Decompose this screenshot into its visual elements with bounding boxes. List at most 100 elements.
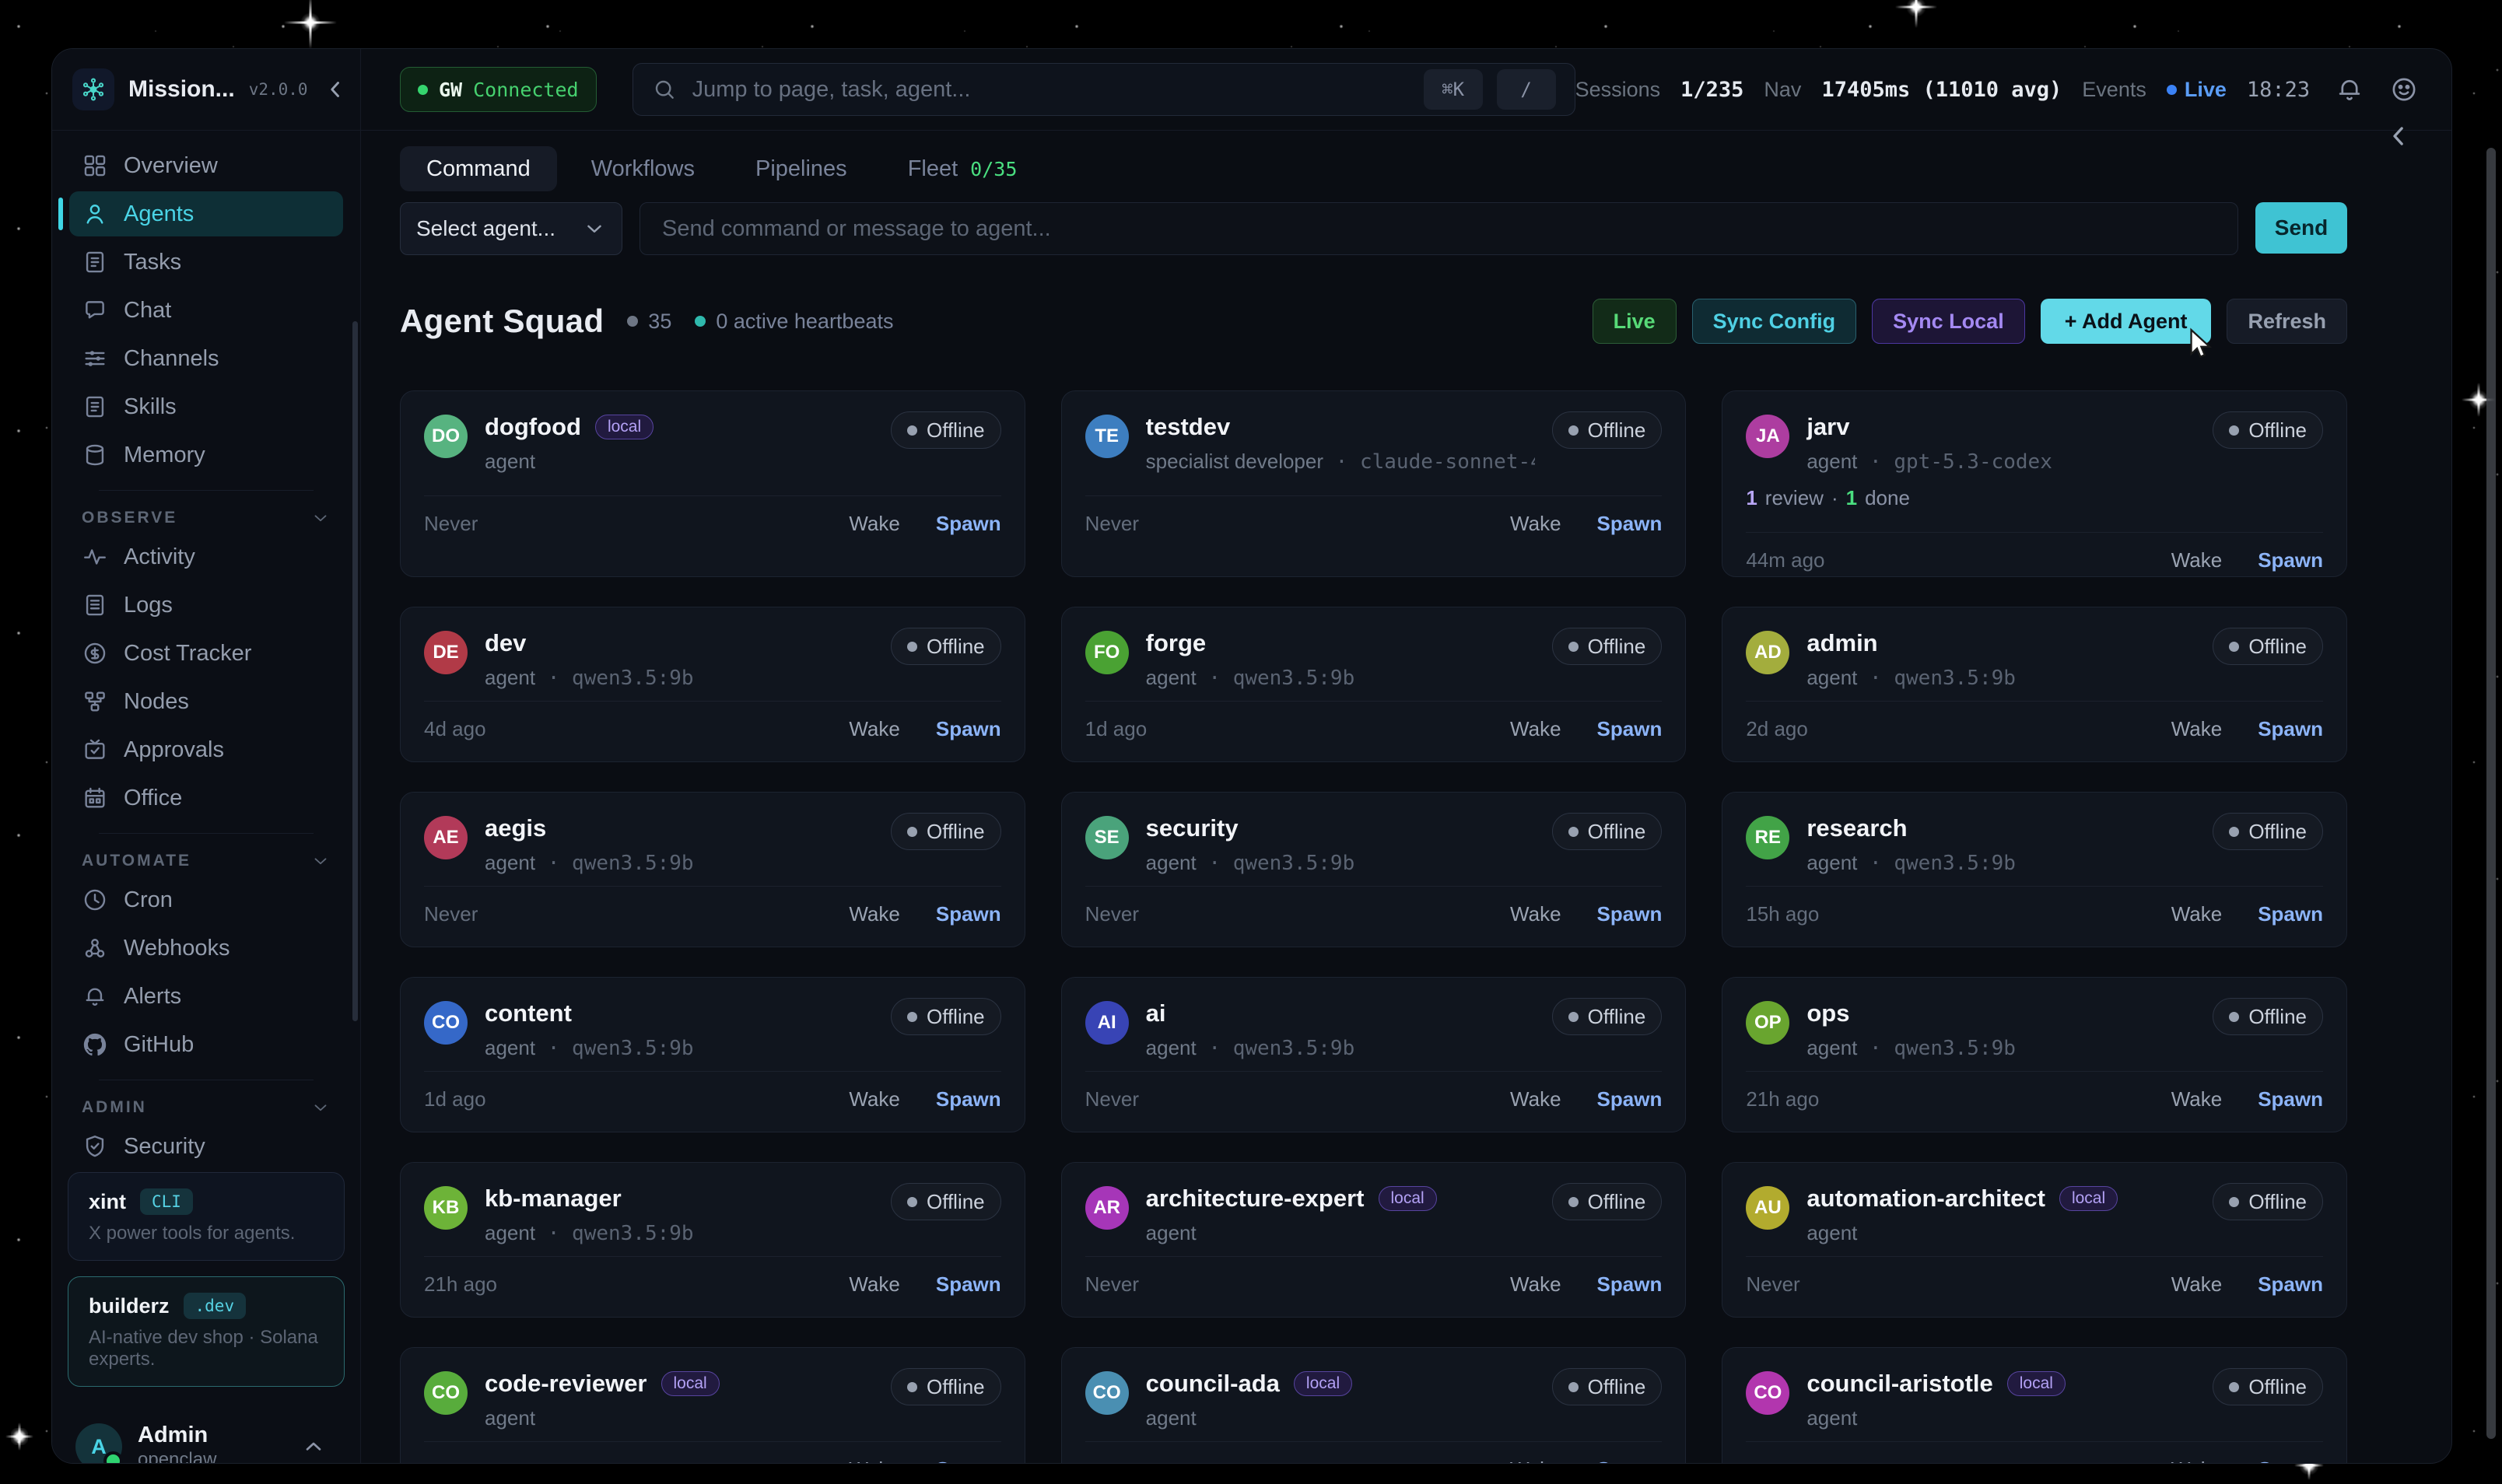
agent-card-dogfood[interactable]: DOdogfoodlocalagentOfflineNeverWakeSpawn — [400, 390, 1025, 577]
spawn-button[interactable]: Spawn — [2258, 902, 2323, 926]
wake-button[interactable]: Wake — [849, 717, 900, 741]
wake-button[interactable]: Wake — [1510, 1087, 1561, 1111]
spawn-button[interactable]: Spawn — [936, 1272, 1001, 1297]
sidebar-collapse-button[interactable] — [322, 76, 349, 103]
spawn-button[interactable]: Spawn — [1597, 1272, 1663, 1297]
tab-pipelines[interactable]: Pipelines — [729, 146, 874, 191]
wake-button[interactable]: Wake — [849, 1272, 900, 1297]
gateway-status-pill[interactable]: GW Connected — [400, 67, 597, 112]
agent-card-automation-architect[interactable]: AUautomation-architectlocalagentOfflineN… — [1722, 1162, 2347, 1318]
wake-button[interactable]: Wake — [2171, 548, 2223, 572]
agent-select[interactable]: Select agent... — [400, 202, 622, 255]
sidebar-item-chat[interactable]: Chat — [69, 288, 343, 333]
sidebar-item-channels[interactable]: Channels — [69, 336, 343, 381]
sidebar-item-overview[interactable]: Overview — [69, 143, 343, 188]
sidebar-item-security[interactable]: Security — [69, 1124, 343, 1169]
sidebar-item-github[interactable]: GitHub — [69, 1022, 343, 1067]
agent-card-aegis[interactable]: AEaegisagent · qwen3.5:9bOfflineNeverWak… — [400, 792, 1025, 947]
spawn-button[interactable]: Spawn — [936, 512, 1001, 536]
sidebar-item-office[interactable]: Office — [69, 775, 343, 821]
agent-card-ai[interactable]: AIaiagent · qwen3.5:9bOfflineNeverWakeSp… — [1061, 977, 1687, 1132]
agent-card-council-aristotle[interactable]: COcouncil-aristotlelocalagentOfflineWake… — [1722, 1347, 2347, 1464]
live-button[interactable]: Live — [1593, 299, 1677, 344]
sidebar-item-alerts[interactable]: Alerts — [69, 974, 343, 1019]
spawn-button[interactable]: Spawn — [1597, 902, 1663, 926]
spawn-button[interactable]: Spawn — [2258, 717, 2323, 741]
agent-card-jarv[interactable]: JAjarvagent · gpt-5.3-codexOffline1revie… — [1722, 390, 2347, 577]
wake-button[interactable]: Wake — [849, 902, 900, 926]
wake-button[interactable]: Wake — [1510, 1272, 1561, 1297]
sidebar-item-activity[interactable]: Activity — [69, 534, 343, 579]
wake-button[interactable]: Wake — [1510, 1458, 1561, 1464]
sidebar-item-tasks[interactable]: Tasks — [69, 240, 343, 285]
wake-button[interactable]: Wake — [2171, 1087, 2223, 1111]
sync-config-button[interactable]: Sync Config — [1692, 299, 1857, 344]
search-input[interactable] — [691, 76, 1410, 103]
spawn-button[interactable]: Spawn — [936, 717, 1001, 741]
notifications-bell-icon[interactable] — [2335, 75, 2364, 104]
global-search[interactable]: ⌘K / — [633, 63, 1575, 116]
wake-button[interactable]: Wake — [849, 1458, 900, 1464]
sidebar-item-cost-tracker[interactable]: Cost Tracker — [69, 631, 343, 676]
wake-button[interactable]: Wake — [1510, 902, 1561, 926]
spawn-button[interactable]: Spawn — [936, 1087, 1001, 1111]
agent-card-architecture-expert[interactable]: ARarchitecture-expertlocalagentOfflineNe… — [1061, 1162, 1687, 1318]
spawn-button[interactable]: Spawn — [1597, 1458, 1663, 1464]
agent-card-header: REresearchagent · qwen3.5:9bOffline — [1746, 813, 2323, 875]
spawn-button[interactable]: Spawn — [2258, 548, 2323, 572]
agent-card-research[interactable]: REresearchagent · qwen3.5:9bOffline15h a… — [1722, 792, 2347, 947]
tab-workflows[interactable]: Workflows — [565, 146, 721, 191]
sidebar-item-memory[interactable]: Memory — [69, 432, 343, 478]
sidebar-item-skills[interactable]: Skills — [69, 384, 343, 429]
tab-command[interactable]: Command — [400, 146, 557, 191]
agent-card-ops[interactable]: OPopsagent · qwen3.5:9bOffline21h agoWak… — [1722, 977, 2347, 1132]
promo-card-xint[interactable]: xintCLIX power tools for agents. — [68, 1172, 345, 1261]
sidebar-item-agents[interactable]: Agents — [69, 191, 343, 236]
spawn-button[interactable]: Spawn — [936, 1458, 1001, 1464]
user-menu[interactable]: A Admin openclaw — [68, 1402, 345, 1464]
agent-card-content[interactable]: COcontentagent · qwen3.5:9bOffline1d ago… — [400, 977, 1025, 1132]
wake-button[interactable]: Wake — [1510, 717, 1561, 741]
agent-card-forge[interactable]: FOforgeagent · qwen3.5:9bOffline1d agoWa… — [1061, 607, 1687, 762]
wake-button[interactable]: Wake — [2171, 1458, 2223, 1464]
tab-fleet[interactable]: Fleet0/35 — [881, 146, 1044, 191]
wake-button[interactable]: Wake — [1510, 512, 1561, 536]
refresh-button[interactable]: Refresh — [2227, 299, 2347, 344]
spawn-button[interactable]: Spawn — [2258, 1087, 2323, 1111]
section-header-admin[interactable]: ADMIN — [69, 1088, 343, 1124]
wake-button[interactable]: Wake — [849, 512, 900, 536]
send-button[interactable]: Send — [2255, 202, 2347, 254]
wake-button[interactable]: Wake — [2171, 902, 2223, 926]
page-scrollbar[interactable] — [2486, 148, 2496, 1439]
spawn-button[interactable]: Spawn — [1597, 1087, 1663, 1111]
agent-card-admin[interactable]: ADadminagent · qwen3.5:9bOffline2d agoWa… — [1722, 607, 2347, 762]
right-rail-collapse-button[interactable] — [2383, 121, 2414, 156]
agent-card-code-reviewer[interactable]: COcode-reviewerlocalagentOfflineWakeSpaw… — [400, 1347, 1025, 1464]
section-header-observe[interactable]: OBSERVE — [69, 499, 343, 534]
wake-button[interactable]: Wake — [849, 1087, 900, 1111]
sidebar-item-approvals[interactable]: Approvals — [69, 727, 343, 772]
agent-card-testdev[interactable]: TEtestdevspecialist developer · claude-s… — [1061, 390, 1687, 577]
sidebar-item-webhooks[interactable]: Webhooks — [69, 926, 343, 971]
add-agent-button[interactable]: + Add Agent — [2041, 299, 2212, 344]
sidebar-scrollbar[interactable] — [352, 321, 358, 1021]
sidebar-item-nodes[interactable]: Nodes — [69, 679, 343, 724]
section-header-automate[interactable]: AUTOMATE — [69, 842, 343, 877]
spawn-button[interactable]: Spawn — [2258, 1272, 2323, 1297]
sidebar-item-logs[interactable]: Logs — [69, 583, 343, 628]
spawn-button[interactable]: Spawn — [936, 902, 1001, 926]
wake-button[interactable]: Wake — [2171, 717, 2223, 741]
agent-card-kb-manager[interactable]: KBkb-manageragent · qwen3.5:9bOffline21h… — [400, 1162, 1025, 1318]
wake-button[interactable]: Wake — [2171, 1272, 2223, 1297]
spawn-button[interactable]: Spawn — [2258, 1458, 2323, 1464]
promo-card-builderz[interactable]: builderz.devAI-native dev shop · Solana … — [68, 1276, 345, 1387]
agent-card-security[interactable]: SEsecurityagent · qwen3.5:9bOfflineNever… — [1061, 792, 1687, 947]
sync-local-button[interactable]: Sync Local — [1872, 299, 2025, 344]
command-input[interactable] — [661, 215, 2217, 243]
feedback-smiley-icon[interactable] — [2389, 75, 2419, 104]
agent-card-dev[interactable]: DEdevagent · qwen3.5:9bOffline4d agoWake… — [400, 607, 1025, 762]
spawn-button[interactable]: Spawn — [1597, 717, 1663, 741]
agent-card-council-ada[interactable]: COcouncil-adalocalagentOfflineWakeSpawn — [1061, 1347, 1687, 1464]
spawn-button[interactable]: Spawn — [1597, 512, 1663, 536]
sidebar-item-cron[interactable]: Cron — [69, 877, 343, 922]
